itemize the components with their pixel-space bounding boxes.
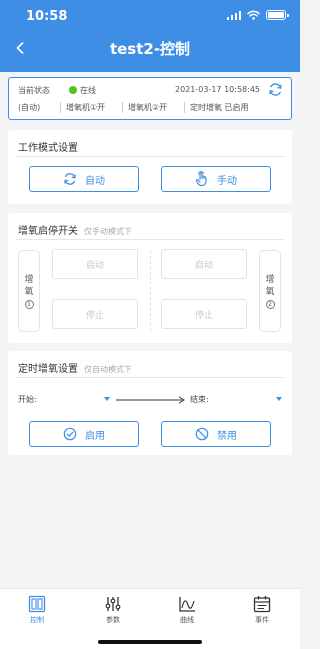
enable-timer-label: 启用 bbox=[85, 430, 105, 442]
tab-events-label: 事件 bbox=[255, 616, 269, 624]
status-card: 当前状态 在线 2021-03-17 10:58:45 (自动) 增氧机①开 增… bbox=[8, 77, 292, 120]
chart-curve-icon bbox=[179, 597, 195, 612]
check-circle-icon bbox=[63, 427, 77, 441]
end-time-label: 结束: bbox=[190, 395, 209, 404]
tab-curve[interactable]: 曲线 bbox=[157, 595, 217, 625]
aerator2-char2: 氧 bbox=[265, 286, 275, 297]
aerator2-number: 2 bbox=[265, 299, 275, 309]
separator bbox=[60, 102, 61, 113]
mode-indicator: (自动) bbox=[18, 103, 41, 112]
time-range-arrow-icon bbox=[116, 396, 185, 404]
home-indicator bbox=[98, 640, 202, 644]
aerator2-status: 增氧机②开 bbox=[128, 103, 168, 112]
start-time-dropdown-icon[interactable] bbox=[104, 397, 110, 401]
aerator1-char2: 氧 bbox=[24, 286, 34, 297]
timer-status: 定时增氧 已启用 bbox=[190, 103, 249, 112]
page-title: test2-控制 bbox=[109, 40, 191, 58]
sync-icon bbox=[64, 173, 76, 185]
timed-aeration-subtitle: 仅自动模式下 bbox=[84, 365, 132, 374]
manual-mode-label: 手动 bbox=[217, 175, 237, 187]
aerator-switch-card: 增氧启停开关 仅手动模式下 增 氧 1 启动 停止 启动 停止 增 氧 2 bbox=[8, 213, 292, 343]
column-divider bbox=[150, 251, 151, 331]
battery-icon bbox=[266, 10, 289, 20]
tab-control-label: 控制 bbox=[30, 616, 44, 624]
work-mode-title: 工作模式设置 bbox=[18, 143, 78, 154]
disable-timer-button[interactable]: 禁用 bbox=[161, 421, 271, 447]
start-time-label: 开始: bbox=[18, 395, 37, 404]
tab-control[interactable]: 控制 bbox=[7, 595, 67, 625]
aerator1-start-button[interactable]: 启动 bbox=[52, 249, 138, 279]
tab-curve-label: 曲线 bbox=[180, 616, 194, 624]
aerator2-label-box: 增 氧 2 bbox=[259, 250, 281, 332]
disable-timer-label: 禁用 bbox=[217, 430, 237, 442]
status-icons bbox=[226, 10, 289, 20]
control-panel-icon bbox=[28, 595, 46, 613]
timed-aeration-card: 定时增氧设置 仅自动模式下 开始: 结束: 启用 禁用 bbox=[8, 351, 292, 455]
calendar-icon bbox=[253, 596, 271, 613]
tab-params[interactable]: 参数 bbox=[83, 595, 143, 625]
signal-icon bbox=[226, 10, 241, 20]
tab-params-label: 参数 bbox=[106, 616, 120, 624]
aerator2-start-button[interactable]: 启动 bbox=[161, 249, 247, 279]
aerator-switch-title: 增氧启停开关 仅手动模式下 bbox=[18, 226, 132, 237]
app-header: 10:58 test2-控制 bbox=[0, 0, 300, 72]
aerator1-stop-button[interactable]: 停止 bbox=[52, 299, 138, 329]
aerator2-char1: 增 bbox=[265, 274, 275, 285]
manual-mode-button[interactable]: 手动 bbox=[161, 166, 271, 192]
aerator1-label-box: 增 氧 1 bbox=[18, 250, 40, 332]
tap-hand-icon bbox=[195, 171, 207, 187]
auto-mode-label: 自动 bbox=[85, 175, 105, 187]
auto-mode-button[interactable]: 自动 bbox=[29, 166, 139, 192]
wifi-icon bbox=[247, 10, 260, 20]
status-datetime: 2021-03-17 10:58:45 bbox=[175, 85, 260, 94]
end-time-dropdown-icon[interactable] bbox=[276, 397, 282, 401]
online-dot-icon bbox=[69, 85, 77, 94]
aerator1-char1: 增 bbox=[24, 274, 34, 285]
divider bbox=[16, 377, 284, 378]
enable-timer-button[interactable]: 启用 bbox=[29, 421, 139, 447]
aerator1-status: 增氧机①开 bbox=[66, 103, 106, 112]
divider bbox=[16, 156, 284, 157]
aerator1-number: 1 bbox=[24, 299, 34, 309]
work-mode-card: 工作模式设置 自动 手动 bbox=[8, 130, 292, 204]
divider bbox=[16, 239, 284, 240]
aerator2-stop-button[interactable]: 停止 bbox=[161, 299, 247, 329]
separator bbox=[184, 102, 185, 113]
status-time: 10:58 bbox=[26, 9, 68, 24]
separator bbox=[122, 102, 123, 113]
aerator-switch-subtitle: 仅手动模式下 bbox=[84, 227, 132, 236]
timed-aeration-title: 定时增氧设置 仅自动模式下 bbox=[18, 364, 132, 375]
refresh-icon[interactable] bbox=[268, 82, 283, 97]
online-status: 在线 bbox=[80, 86, 96, 95]
tab-events[interactable]: 事件 bbox=[232, 595, 292, 625]
sliders-icon bbox=[105, 597, 121, 611]
ban-icon bbox=[195, 427, 209, 441]
status-label: 当前状态 bbox=[18, 86, 50, 95]
status-bar: 10:58 bbox=[0, 0, 300, 32]
